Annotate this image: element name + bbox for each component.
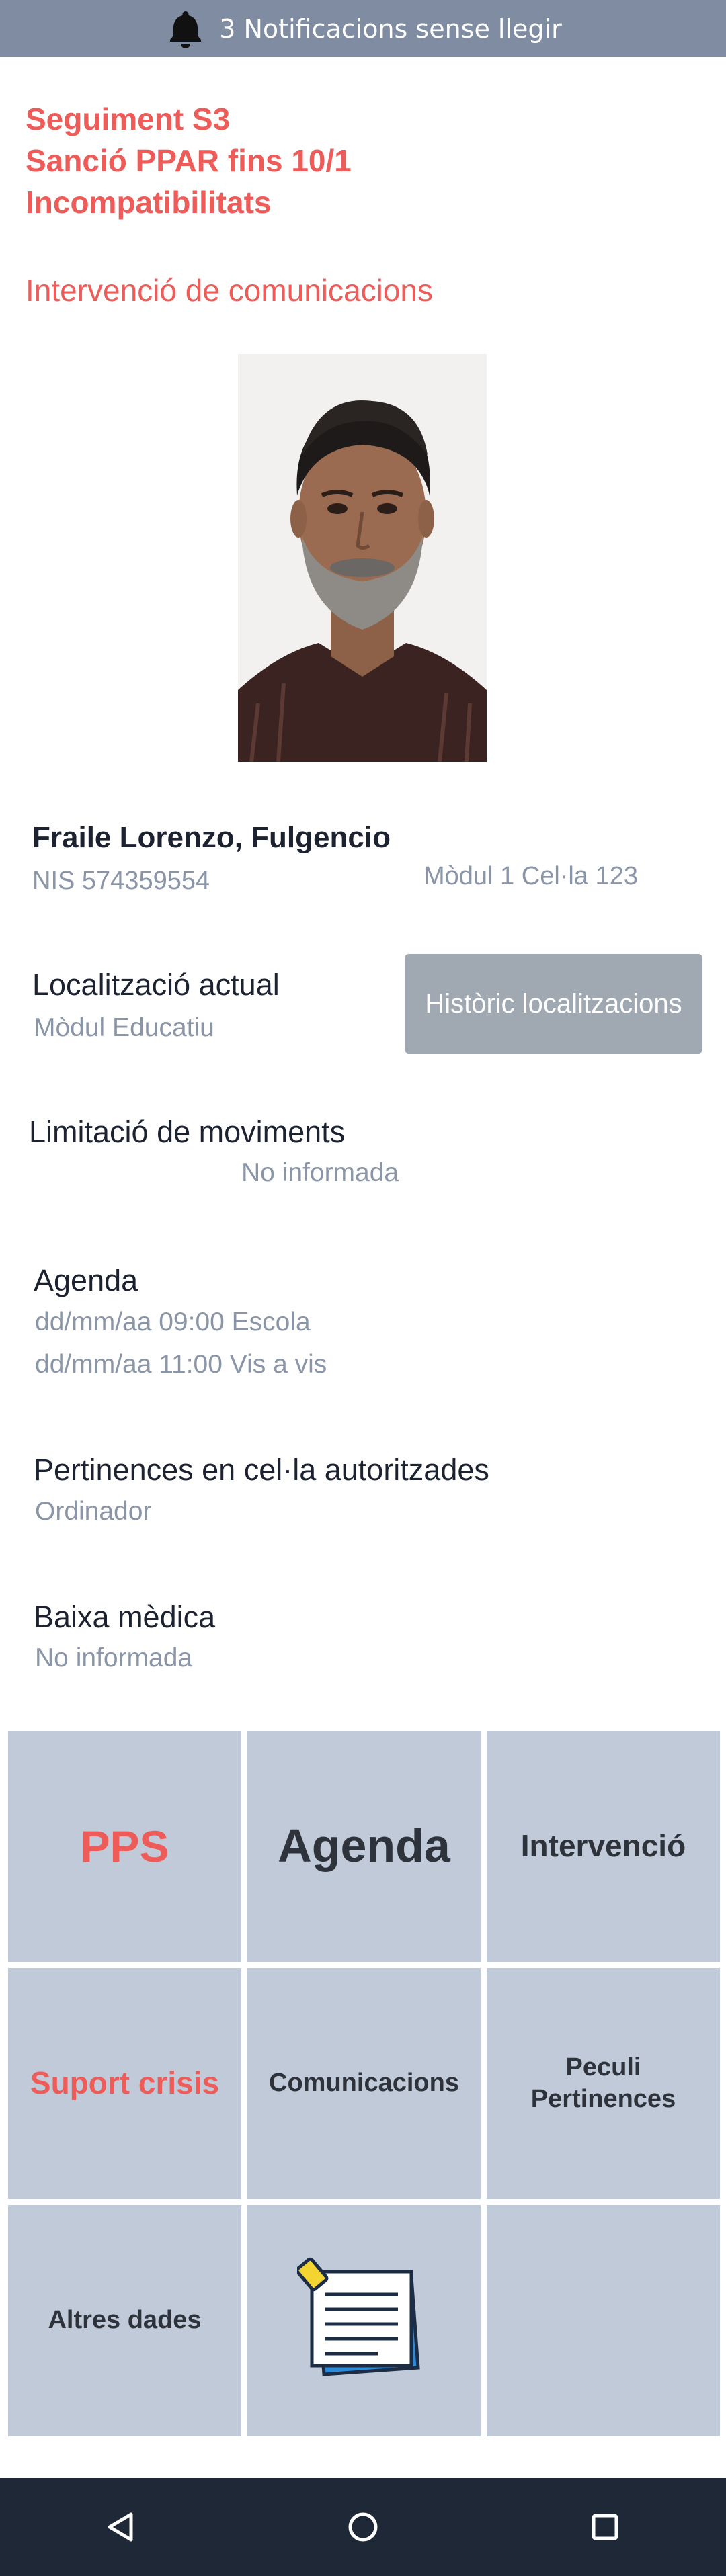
medical-leave-label: Baixa mèdica [34,1600,216,1634]
recents-square-icon [592,2514,618,2540]
agenda-label: Agenda [34,1263,138,1297]
inmate-photo [238,354,487,762]
home-button[interactable] [313,2478,413,2576]
tile-pertinences-label: Pertinences [530,2085,676,2113]
alert-item: Seguiment S3 [26,101,231,136]
agenda-item: dd/mm/aa 11:00 Vis a vis [35,1350,327,1379]
location-value: Mòdul Educatiu [34,1013,214,1042]
location-label: Localització actual [32,968,280,1002]
tile-suport-crisis[interactable]: Suport crisis [8,1968,241,2199]
tile-altres-dades[interactable]: Altres dades [8,2205,241,2436]
movement-limit-label: Limitació de moviments [29,1115,346,1149]
bell-icon [170,11,202,48]
belongings-label: Pertinences en cel·la autoritzades [34,1453,489,1487]
inmate-module-cell: Mòdul 1 Cel·la 123 [424,862,638,890]
back-button[interactable] [71,2478,171,2576]
medical-leave-value: No informada [35,1643,193,1672]
location-history-button[interactable]: Històric localitzacions [405,954,702,1054]
home-circle-icon [348,2512,378,2542]
movement-limit-value: No informada [241,1158,399,1187]
tile-peculi-label: Peculi [565,2053,641,2081]
inmate-name: Fraile Lorenzo, Fulgencio [32,821,391,854]
back-triangle-icon [108,2512,133,2542]
alerts-list: Seguiment S3 Sanció PPAR fins 10/1 Incom… [26,98,698,223]
notification-text: 3 Notificacions sense llegir [219,13,562,44]
alert-item: Incompatibilitats [26,185,272,220]
system-nav-bar [0,2478,726,2576]
tile-pps[interactable]: PPS [8,1731,241,1962]
menu-grid: PPS Agenda Intervenció Suport crisis Com… [8,1731,720,2436]
alert-item: Sanció PPAR fins 10/1 [26,143,352,178]
tile-comunicacions[interactable]: Comunicacions [247,1968,481,2199]
tile-agenda[interactable]: Agenda [247,1731,481,1962]
intervention-alert: Intervenció de comunicacions [26,273,433,308]
notepad-icon [296,2257,420,2376]
tile-notes[interactable] [247,2205,481,2436]
recents-button[interactable] [555,2478,655,2576]
tile-empty [487,2205,720,2436]
inmate-nis: NIS 574359554 [32,867,210,895]
tile-intervencio[interactable]: Intervenció [487,1731,720,1962]
tile-peculi-pertinences[interactable]: Peculi Pertinences [487,1968,720,2199]
agenda-item: dd/mm/aa 09:00 Escola [35,1307,311,1336]
belongings-value: Ordinador [35,1497,152,1526]
notification-bar[interactable]: 3 Notificacions sense llegir [0,0,726,57]
